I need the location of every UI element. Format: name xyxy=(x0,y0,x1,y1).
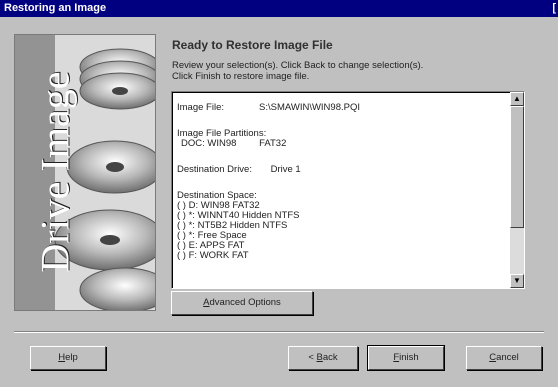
finish-button[interactable]: Finish xyxy=(367,345,445,371)
destination-drive-value: Drive 1 xyxy=(270,164,301,175)
scroll-down-arrow-icon: ▼ xyxy=(513,276,521,285)
scroll-up-button[interactable]: ▲ xyxy=(510,92,524,106)
help-button[interactable]: Help xyxy=(30,346,106,370)
window-title: Restoring an Image xyxy=(4,2,107,14)
back-button[interactable]: < Back xyxy=(288,346,358,370)
summary-content: Image File: S:\SMAWIN\WIN98.PQI Image Fi… xyxy=(177,103,507,261)
vertical-scrollbar[interactable]: ▲ ▼ xyxy=(510,92,524,288)
title-bar-edge-glyph: [ xyxy=(552,2,556,14)
brand-logo-text: Drive Image xyxy=(32,71,78,273)
scroll-down-button[interactable]: ▼ xyxy=(510,274,524,288)
destination-space-item: ( ) F: WORK FAT xyxy=(177,250,249,261)
footer-divider xyxy=(14,331,544,333)
cancel-button[interactable]: Cancel xyxy=(466,346,542,370)
scroll-thumb[interactable] xyxy=(510,106,524,228)
button-label-rest: ack xyxy=(322,352,338,363)
button-label-rest: elp xyxy=(65,352,78,363)
partition-filesystem: FAT32 xyxy=(259,138,287,149)
selection-summary-box[interactable]: Image File: S:\SMAWIN\WIN98.PQI Image Fi… xyxy=(171,91,525,289)
button-prefix: < xyxy=(308,352,317,363)
advanced-options-button[interactable]: Advanced Options xyxy=(171,291,313,315)
scroll-up-arrow-icon: ▲ xyxy=(513,94,521,103)
instruction-line: Review your selection(s). Click Back to … xyxy=(172,60,424,71)
page-heading: Ready to Restore Image File xyxy=(172,38,333,52)
title-bar: Restoring an Image [ xyxy=(0,0,558,17)
button-label-rest: dvanced Options xyxy=(209,297,281,308)
image-file-value: S:\SMAWIN\WIN98.PQI xyxy=(259,102,360,113)
instruction-line: Click Finish to restore image file. xyxy=(172,71,310,82)
button-label-rest: inish xyxy=(399,352,419,363)
button-label-rest: ancel xyxy=(496,352,519,363)
destination-drive-row: Destination Drive: Drive 1 xyxy=(177,165,507,175)
destination-drive-label: Destination Drive: xyxy=(177,164,252,175)
image-file-label: Image File: xyxy=(177,102,224,113)
image-file-row: Image File: S:\SMAWIN\WIN98.PQI xyxy=(177,103,507,113)
partition-name: DOC: WIN98 xyxy=(181,138,237,149)
drive-image-banner: Drive Image xyxy=(14,34,156,311)
partition-row: DOC: WIN98 FAT32 xyxy=(177,139,507,149)
